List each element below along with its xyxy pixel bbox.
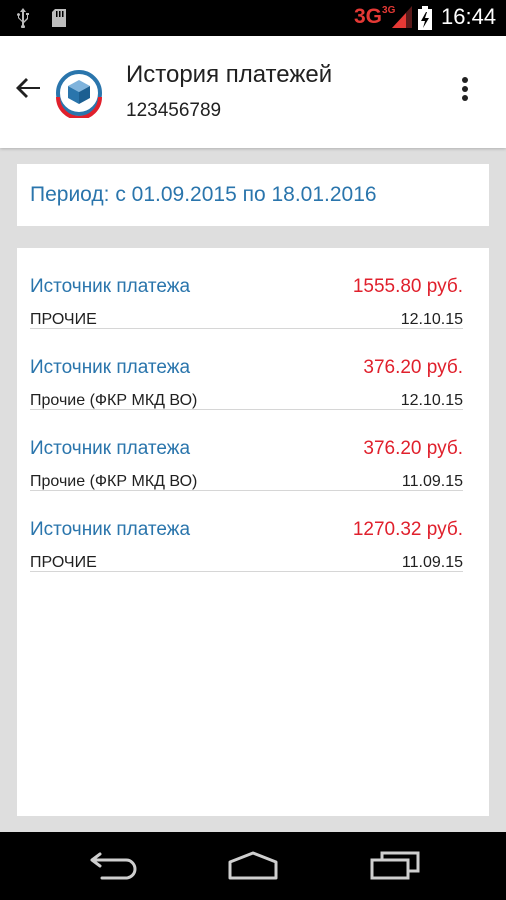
overflow-menu-icon[interactable] — [452, 74, 478, 110]
period-card[interactable]: Период: с 01.09.2015 по 18.01.2016 — [17, 164, 489, 226]
payment-category: Прочие (ФКР МКД ВО) — [30, 392, 198, 409]
payment-source: Источник платежа — [30, 438, 191, 459]
payment-amount: 376.20 руб. — [363, 357, 463, 378]
navigation-bar — [0, 832, 506, 900]
nav-back-icon[interactable] — [88, 850, 138, 880]
signal-icon — [392, 6, 412, 28]
payment-category: ПРОЧИЕ — [30, 311, 97, 328]
app-bar: История платежей 123456789 — [0, 36, 506, 148]
page-title: История платежей — [126, 61, 333, 88]
payment-date: 12.10.15 — [400, 392, 463, 409]
app-logo-icon — [56, 70, 102, 118]
battery-charging-icon — [418, 6, 432, 30]
payment-date: 12.10.15 — [400, 311, 463, 328]
payment-item[interactable]: Источник платежа 1555.80 руб. ПРОЧИЕ 12.… — [30, 248, 463, 329]
back-arrow-icon[interactable] — [10, 70, 46, 106]
nav-home-icon[interactable] — [226, 850, 280, 880]
payment-source: Источник платежа — [30, 276, 191, 297]
payment-item[interactable]: Источник платежа 1270.32 руб. ПРОЧИЕ 11.… — [30, 491, 463, 572]
account-number: 123456789 — [126, 100, 222, 121]
payment-date: 11.09.15 — [401, 473, 463, 490]
payment-date: 11.09.15 — [401, 554, 463, 571]
payment-amount: 376.20 руб. — [363, 438, 463, 459]
payment-item[interactable]: Источник платежа 376.20 руб. Прочие (ФКР… — [30, 329, 463, 410]
payment-amount: 1555.80 руб. — [352, 276, 463, 297]
payment-category: ПРОЧИЕ — [30, 554, 97, 571]
payment-amount: 1270.32 руб. — [352, 519, 463, 540]
usb-icon — [17, 8, 29, 28]
period-label: Период: с 01.09.2015 по 18.01.2016 — [30, 183, 377, 206]
payment-item[interactable]: Источник платежа 376.20 руб. Прочие (ФКР… — [30, 410, 463, 491]
payment-source: Источник платежа — [30, 519, 191, 540]
sd-card-icon — [52, 9, 66, 27]
network-type: 3G3G — [354, 5, 396, 28]
status-bar: 3G3G 16:44 — [0, 0, 506, 36]
payment-source: Источник платежа — [30, 357, 191, 378]
payment-category: Прочие (ФКР МКД ВО) — [30, 473, 198, 490]
status-time: 16:44 — [441, 4, 497, 29]
payments-list: Источник платежа 1555.80 руб. ПРОЧИЕ 12.… — [17, 248, 489, 816]
nav-recents-icon[interactable] — [370, 850, 420, 880]
